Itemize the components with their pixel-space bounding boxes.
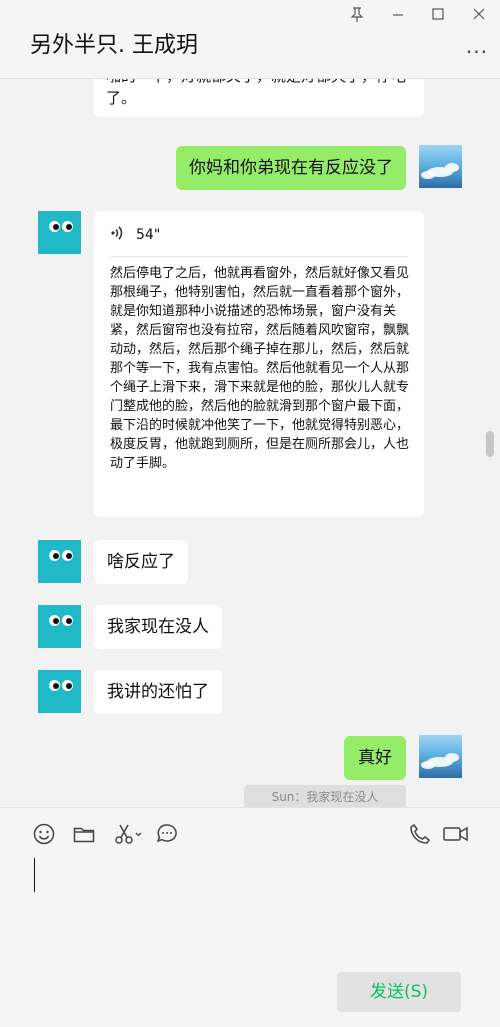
more-options-icon[interactable]: ··· <box>466 40 488 64</box>
message-text: 啥反应了 <box>107 552 175 572</box>
message-list[interactable]: 啪的一下，灯就都关了，就是灯都灭了，停电了。 你妈和你弟现在有反应没了 54" … <box>0 79 500 807</box>
message-bubble-self[interactable]: 你妈和你弟现在有反应没了 <box>176 146 406 190</box>
message-bubble[interactable]: 我家现在没人 <box>94 605 222 649</box>
avatar-contact[interactable] <box>38 540 81 583</box>
folder-icon[interactable] <box>72 822 96 846</box>
close-icon[interactable] <box>467 7 491 25</box>
chat-header: 另外半只. 王成玥 ··· <box>0 0 500 79</box>
voice-transcript: 然后停电了之后，他就再看窗外，然后就好像又看见那根绳子，他特别害怕，然后就一直看… <box>110 266 410 471</box>
scissors-icon[interactable] <box>113 822 143 846</box>
emoji-icon[interactable] <box>32 822 56 846</box>
pin-icon[interactable] <box>345 7 369 25</box>
avatar-contact[interactable] <box>38 670 81 713</box>
message-bubble[interactable]: 啥反应了 <box>94 540 188 584</box>
avatar-contact[interactable] <box>38 211 81 254</box>
system-tip: Sun：我家现在没人 <box>244 785 406 807</box>
avatar-contact[interactable] <box>38 605 81 648</box>
video-icon[interactable] <box>442 822 470 846</box>
voice-message-bubble[interactable]: 54" 然后停电了之后，他就再看窗外，然后就好像又看见那根绳子，他特别害怕，然后… <box>94 211 424 517</box>
maximize-icon[interactable] <box>426 7 450 25</box>
message-text: 我讲的还怕了 <box>107 682 209 702</box>
voice-duration: 54" <box>136 227 161 243</box>
input-area[interactable]: 发送(S) <box>0 807 500 1027</box>
avatar-self[interactable] <box>419 145 462 188</box>
voice-divider <box>110 256 408 257</box>
voice-icon[interactable] <box>110 225 124 245</box>
minimize-icon[interactable] <box>386 7 410 25</box>
message-bubble[interactable]: 我讲的还怕了 <box>94 670 222 714</box>
text-input-cursor[interactable] <box>34 858 35 892</box>
scrollbar-thumb[interactable] <box>486 431 494 457</box>
send-button[interactable]: 发送(S) <box>337 972 461 1012</box>
message-text: 真好 <box>358 748 392 768</box>
message-text: 你妈和你弟现在有反应没了 <box>189 158 393 178</box>
message-text: 啪的一下，灯就都关了，就是灯都灭了，停电了。 <box>106 79 406 107</box>
message-bubble-self[interactable]: 真好 <box>344 736 406 780</box>
message-text: 我家现在没人 <box>107 617 209 637</box>
avatar-self[interactable] <box>419 735 462 778</box>
message-bubble[interactable]: 啪的一下，灯就都关了，就是灯都灭了，停电了。 <box>94 79 424 117</box>
chat-title: 另外半只. 王成玥 <box>30 33 198 58</box>
chat-history-icon[interactable] <box>155 822 179 846</box>
phone-icon[interactable] <box>408 822 432 846</box>
